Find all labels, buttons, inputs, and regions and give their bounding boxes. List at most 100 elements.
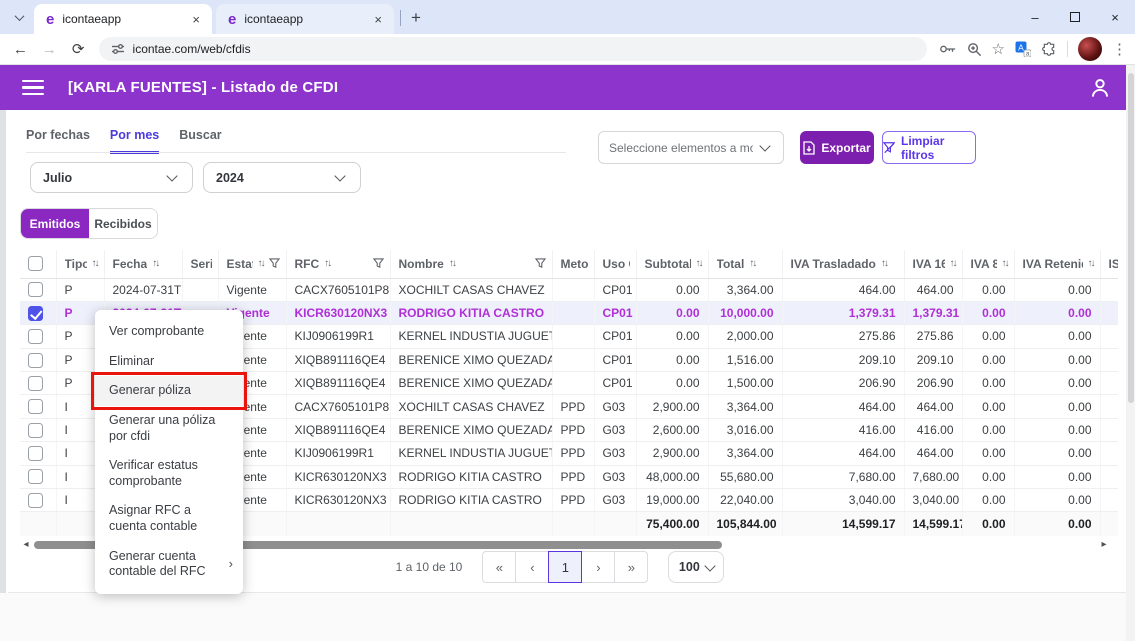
current-page-button[interactable]: 1 — [548, 551, 582, 583]
context-menu-item[interactable]: Eliminar — [95, 347, 243, 377]
browser-tab-active[interactable]: e icontaeapp × — [34, 4, 212, 34]
cell-uso: CP01 — [594, 325, 636, 348]
column-header-is[interactable]: IS — [1100, 250, 1118, 278]
tab-por-fechas[interactable]: Por fechas — [26, 128, 90, 154]
address-bar[interactable]: icontae.com/web/cfdis — [99, 37, 927, 61]
column-header-total[interactable]: Total↑↓ — [708, 250, 782, 278]
cell-subtotal: 2,600.00 — [636, 418, 708, 441]
row-checkbox[interactable] — [28, 353, 43, 368]
filter-icon[interactable] — [269, 258, 280, 269]
tab-search-button[interactable] — [6, 4, 32, 30]
sort-icon[interactable]: ↑↓ — [950, 258, 956, 269]
scroll-left-icon[interactable]: ◂ — [20, 539, 32, 550]
column-header-iva_tras[interactable]: IVA Trasladado↑↓ — [782, 250, 904, 278]
column-header-serie[interactable]: Serie I — [182, 250, 218, 278]
tab-por-mes[interactable]: Por mes — [110, 128, 159, 154]
context-menu-item[interactable]: Asignar RFC a cuenta contable — [95, 496, 243, 541]
sort-icon[interactable]: ↑↓ — [1088, 258, 1094, 269]
first-page-button[interactable]: « — [482, 551, 516, 583]
column-header-iva8[interactable]: IVA 8↑↓ — [962, 250, 1014, 278]
last-page-button[interactable]: » — [614, 551, 648, 583]
extensions-puzzle-icon[interactable] — [1041, 41, 1057, 57]
scroll-right-icon[interactable]: ▸ — [1098, 539, 1110, 550]
sort-icon[interactable]: ↑↓ — [1002, 258, 1008, 269]
minimize-button[interactable]: – — [1015, 0, 1055, 34]
vertical-scrollbar-thumb[interactable] — [1128, 73, 1134, 403]
zoom-icon[interactable] — [967, 42, 982, 57]
context-menu-item[interactable]: Verificar estatus comprobante — [95, 451, 243, 496]
column-header-tipo[interactable]: Tipo↑↓ — [56, 250, 104, 278]
row-checkbox[interactable] — [28, 282, 43, 297]
sort-icon[interactable]: ↑↓ — [749, 258, 755, 269]
context-menu-item[interactable]: Ver comprobante — [95, 317, 243, 347]
column-header-estatus[interactable]: Estatus↑↓ — [218, 250, 286, 278]
context-menu-item[interactable]: Generar una póliza por cfdi — [95, 406, 243, 451]
sort-icon[interactable]: ↑↓ — [258, 258, 264, 269]
user-account-button[interactable] — [1087, 75, 1113, 101]
prev-page-button[interactable]: ‹ — [515, 551, 549, 583]
tab-buscar[interactable]: Buscar — [179, 128, 221, 154]
hamburger-menu-icon[interactable] — [22, 80, 44, 96]
year-select[interactable]: 2024 — [203, 162, 361, 193]
back-button[interactable]: ← — [8, 36, 33, 62]
column-header-subtotal[interactable]: Subtotal↑↓ — [636, 250, 708, 278]
sort-icon[interactable]: ↑↓ — [881, 258, 887, 269]
column-header-uso[interactable]: Uso CFDI — [594, 250, 636, 278]
sort-icon[interactable]: ↑↓ — [696, 258, 702, 269]
row-checkbox-cell — [20, 465, 56, 488]
row-checkbox[interactable] — [28, 399, 43, 414]
context-menu-item[interactable]: Generar cuenta contable del RFC› — [95, 542, 243, 587]
context-menu-item[interactable]: Generar póliza — [95, 376, 243, 406]
column-header-rfc[interactable]: RFC↑↓ — [286, 250, 390, 278]
next-page-button[interactable]: › — [581, 551, 615, 583]
forward-button[interactable]: → — [37, 36, 62, 62]
clear-filters-button[interactable]: Limpiar filtros — [882, 131, 976, 164]
row-checkbox[interactable] — [28, 469, 43, 484]
filter-icon[interactable] — [535, 258, 546, 269]
column-header-iva16[interactable]: IVA 16↑↓ — [904, 250, 962, 278]
translate-icon[interactable]: Aa — [1015, 41, 1031, 57]
cell-iva_ret: 0.00 — [1014, 372, 1100, 395]
close-window-button[interactable]: × — [1095, 0, 1135, 34]
export-button[interactable]: Exportar — [800, 131, 874, 164]
maximize-button[interactable] — [1055, 0, 1095, 34]
column-header-nombre[interactable]: Nombre↑↓ — [390, 250, 552, 278]
profile-avatar[interactable] — [1078, 37, 1102, 61]
sort-icon[interactable]: ↑↓ — [152, 258, 158, 269]
filter-icon[interactable] — [373, 258, 384, 269]
close-tab-icon[interactable]: × — [190, 12, 202, 27]
cell-estatus: Vigente — [218, 278, 286, 301]
password-key-icon[interactable] — [939, 42, 957, 56]
row-checkbox-cell — [20, 348, 56, 371]
row-checkbox[interactable] — [28, 329, 43, 344]
page-size-select[interactable]: 100 — [668, 551, 724, 583]
toggle-recibidos[interactable]: Recibidos — [89, 209, 157, 238]
row-checkbox[interactable] — [28, 376, 43, 391]
close-tab-icon[interactable]: × — [372, 12, 384, 27]
more-menu-icon[interactable]: ⋮ — [1112, 42, 1127, 57]
reload-button[interactable]: ⟳ — [66, 36, 91, 62]
sort-icon[interactable]: ↑↓ — [449, 258, 455, 269]
vertical-scrollbar[interactable] — [1126, 65, 1135, 641]
column-header-fecha[interactable]: Fecha↑↓ — [104, 250, 182, 278]
row-checkbox[interactable] — [28, 493, 43, 508]
table-row[interactable]: P2024-07-31TVigenteCACX7605101P8XOCHILT … — [20, 278, 1118, 301]
bookmark-star-icon[interactable]: ☆ — [992, 42, 1005, 57]
row-checkbox[interactable] — [28, 306, 43, 321]
column-header-metodo[interactable]: Metodo — [552, 250, 594, 278]
sort-icon[interactable]: ↑↓ — [92, 258, 98, 269]
sort-icon[interactable]: ↑↓ — [324, 258, 330, 269]
cell-uso: CP01 — [594, 301, 636, 324]
month-select[interactable]: Julio — [30, 162, 193, 193]
cell-nombre: RODRIGO KITIA CASTRO — [390, 465, 552, 488]
select-all-checkbox[interactable] — [28, 256, 43, 271]
row-checkbox[interactable] — [28, 446, 43, 461]
toggle-emitidos[interactable]: Emitidos — [21, 209, 89, 238]
column-header-iva_ret[interactable]: IVA Retenido↑↓ — [1014, 250, 1100, 278]
row-checkbox[interactable] — [28, 423, 43, 438]
browser-tab-inactive[interactable]: e icontaeapp × — [216, 4, 394, 34]
cell-rfc: XIQB891116QE4 — [286, 372, 390, 395]
cell-subtotal: 0.00 — [636, 278, 708, 301]
new-tab-button[interactable]: + — [407, 8, 425, 28]
columns-select[interactable]: Seleccione elementos a mos... — [598, 131, 784, 164]
